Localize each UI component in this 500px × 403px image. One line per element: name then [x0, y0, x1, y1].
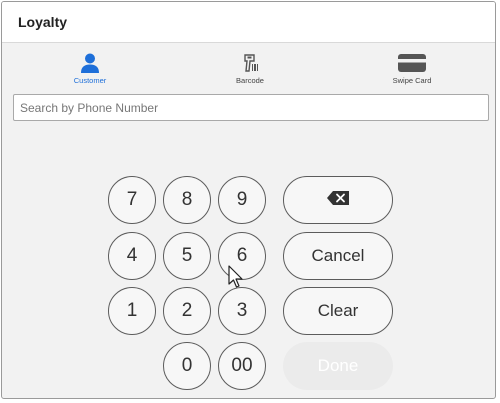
- clear-button[interactable]: Clear: [283, 287, 393, 335]
- mouse-cursor-icon: [228, 265, 244, 289]
- tab-customer[interactable]: Customer: [40, 52, 140, 90]
- key-1[interactable]: 1: [108, 287, 156, 335]
- key-7[interactable]: 7: [108, 176, 156, 224]
- title-bar: Loyalty: [2, 2, 495, 43]
- loyalty-dialog: Loyalty Customer Barcode Swipe Card Sear…: [1, 1, 496, 399]
- backspace-icon: [327, 190, 349, 210]
- key-0[interactable]: 0: [163, 342, 211, 390]
- cancel-button[interactable]: Cancel: [283, 232, 393, 280]
- key-3[interactable]: 3: [218, 287, 266, 335]
- key-8[interactable]: 8: [163, 176, 211, 224]
- person-icon: [40, 52, 140, 74]
- tab-swipe-card[interactable]: Swipe Card: [362, 52, 462, 90]
- backspace-button[interactable]: [283, 176, 393, 224]
- barcode-scanner-icon: [200, 52, 300, 74]
- key-2[interactable]: 2: [163, 287, 211, 335]
- key-4[interactable]: 4: [108, 232, 156, 280]
- phone-search-input[interactable]: [13, 94, 489, 121]
- dialog-title: Loyalty: [18, 14, 68, 30]
- done-button[interactable]: Done: [283, 342, 393, 390]
- tab-barcode[interactable]: Barcode: [200, 52, 300, 90]
- key-00[interactable]: 00: [218, 342, 266, 390]
- tab-customer-label: Customer: [73, 76, 107, 85]
- key-5[interactable]: 5: [163, 232, 211, 280]
- key-9[interactable]: 9: [218, 176, 266, 224]
- tab-barcode-label: Barcode: [236, 76, 264, 85]
- tab-swipe-card-label: Swipe Card: [392, 76, 432, 85]
- credit-card-icon: [362, 52, 462, 74]
